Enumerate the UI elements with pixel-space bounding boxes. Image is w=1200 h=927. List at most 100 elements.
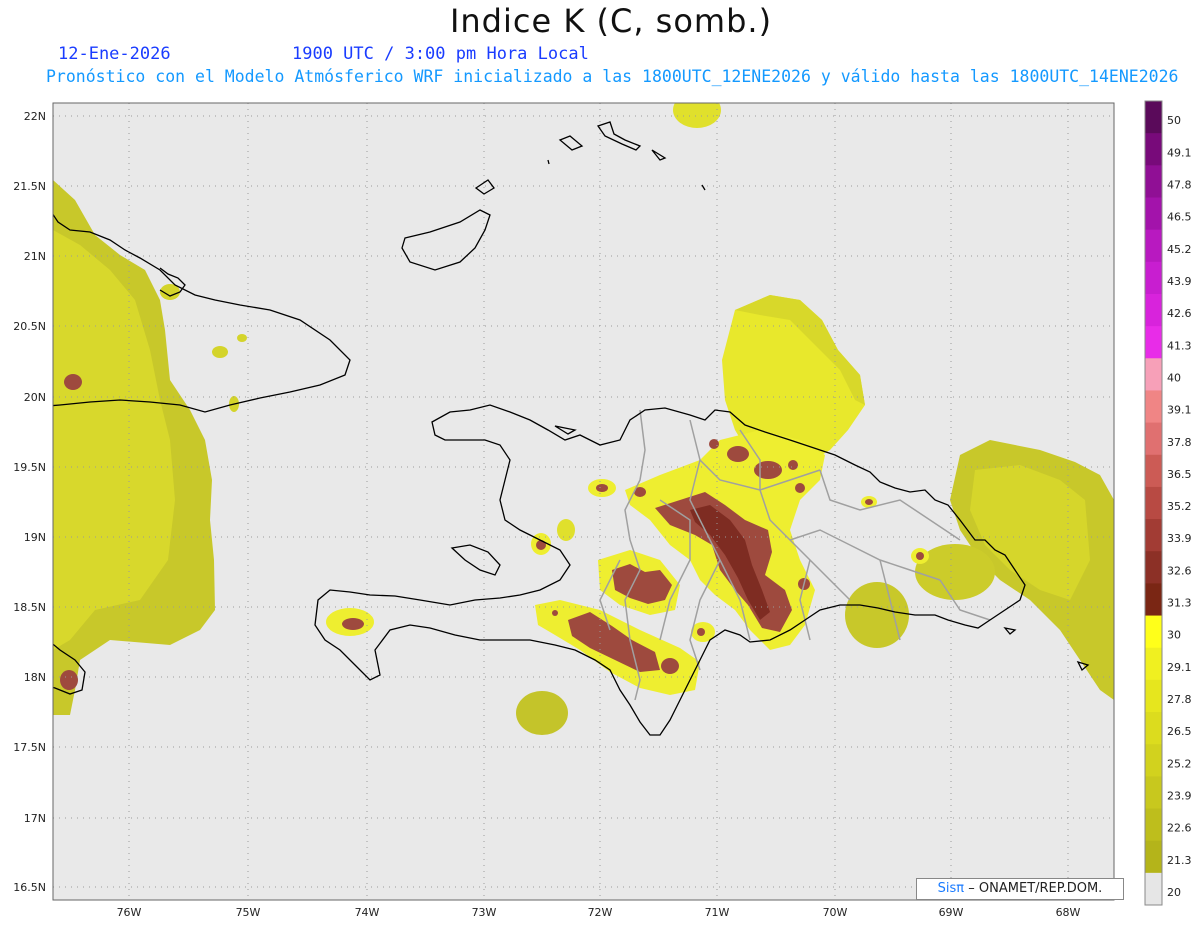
lon-label: 73W — [472, 906, 497, 919]
storm-cell-west — [64, 374, 82, 390]
colorbar-swatch — [1145, 454, 1162, 488]
colorbar-label: 31.3 — [1167, 597, 1192, 610]
credit-box: Sisπ – ONAMET/REP.DOM. — [916, 878, 1124, 900]
colorbar-swatch — [1145, 647, 1162, 681]
colorbar-swatch — [1145, 744, 1162, 777]
colorbar-label: 26.5 — [1167, 725, 1192, 738]
storm-cell — [865, 499, 873, 505]
lat-label: 18N — [24, 671, 46, 684]
colorbar-swatch — [1145, 872, 1162, 906]
field-small-blob — [516, 691, 568, 735]
lat-label: 19N — [24, 531, 46, 544]
lon-axis: 76W 75W 74W 73W 72W 71W 70W 69W 68W — [117, 906, 1081, 919]
forecast-time: 1900 UTC / 3:00 pm Hora Local — [292, 44, 589, 64]
storm-cell — [536, 540, 546, 550]
colorbar-label: 42.6 — [1167, 307, 1192, 320]
colorbar-label: 43.9 — [1167, 275, 1192, 288]
colorbar-swatch — [1145, 101, 1162, 134]
lon-label: 74W — [355, 906, 380, 919]
colorbar-label: 33.9 — [1167, 532, 1192, 545]
colorbar-swatch — [1145, 679, 1162, 713]
storm-cell — [342, 618, 364, 630]
storm-cell — [754, 461, 782, 479]
lat-label: 17N — [24, 812, 46, 825]
colorbar-label: 49.1 — [1167, 146, 1192, 159]
colorbar-label: 20 — [1167, 886, 1181, 899]
lon-label: 75W — [236, 906, 261, 919]
storm-cell — [596, 484, 608, 492]
field-north-blob — [673, 103, 721, 128]
k-index-map: 22N 21.5N 21N 20.5N 20N 19.5N 19N 18.5N … — [13, 100, 1192, 919]
colorbar-label: 40 — [1167, 371, 1181, 384]
colorbar-label: 35.2 — [1167, 500, 1192, 513]
colorbar-swatch — [1145, 133, 1162, 166]
colorbar-swatch — [1145, 583, 1162, 617]
colorbar-label: 23.9 — [1167, 790, 1192, 803]
colorbar-swatch — [1145, 519, 1162, 552]
lon-label: 69W — [939, 906, 964, 919]
lon-label: 72W — [588, 906, 613, 919]
storm-cell-southwest — [60, 670, 78, 690]
colorbar-label: 29.1 — [1167, 661, 1192, 674]
lat-label: 22N — [24, 110, 46, 123]
lat-label: 20.5N — [13, 320, 46, 333]
lat-label: 19.5N — [13, 461, 46, 474]
colorbar-swatch — [1145, 615, 1162, 649]
colorbar-label: 39.1 — [1167, 404, 1192, 417]
lon-label: 70W — [823, 906, 848, 919]
colorbar-swatch — [1145, 358, 1162, 391]
colorbar-label: 32.6 — [1167, 564, 1192, 577]
storm-cell — [697, 628, 705, 636]
colorbar-label: 46.5 — [1167, 211, 1192, 224]
colorbar-label: 47.8 — [1167, 178, 1192, 191]
colorbar-label: 45.2 — [1167, 243, 1192, 256]
colorbar-swatch — [1145, 390, 1162, 424]
colorbar-swatch — [1145, 776, 1162, 810]
colorbar-label: 50 — [1167, 114, 1181, 127]
lat-label: 21.5N — [13, 180, 46, 193]
colorbar-swatch — [1145, 197, 1162, 231]
credit-org: – ONAMET/REP.DOM. — [968, 881, 1103, 896]
colorbar-swatch — [1145, 422, 1162, 456]
colorbar-label: 37.8 — [1167, 436, 1192, 449]
field-small-blob — [237, 334, 247, 342]
storm-cell — [916, 552, 924, 560]
colorbar-label: 41.3 — [1167, 339, 1192, 352]
storm-cell — [661, 658, 679, 674]
lat-axis: 22N 21.5N 21N 20.5N 20N 19.5N 19N 18.5N … — [13, 110, 46, 894]
colorbar-swatch — [1145, 808, 1162, 842]
lat-label: 18.5N — [13, 601, 46, 614]
colorbar-swatch — [1145, 712, 1162, 745]
colorbar-label: 27.8 — [1167, 693, 1192, 706]
colorbar-swatch — [1145, 229, 1162, 263]
lon-label: 68W — [1056, 906, 1081, 919]
lat-label: 20N — [24, 391, 46, 404]
colorbar: 50 49.1 47.8 46.5 45.2 43.9 42.6 41.3 40 39.1 37.8… — [1144, 100, 1192, 906]
storm-cell — [709, 439, 719, 449]
colorbar-swatch — [1145, 326, 1162, 359]
storm-cell — [788, 460, 798, 470]
colorbar-label: 22.6 — [1167, 822, 1192, 835]
lon-label: 76W — [117, 906, 142, 919]
forecast-note: Pronóstico con el Modelo Atmósferico WRF… — [46, 67, 1179, 86]
storm-cell — [727, 446, 749, 462]
colorbar-label: 21.3 — [1167, 854, 1192, 867]
forecast-date: 12-Ene-2026 — [58, 44, 171, 64]
colorbar-label: 30 — [1167, 629, 1181, 642]
colorbar-label: 25.2 — [1167, 757, 1192, 770]
lon-label: 71W — [705, 906, 730, 919]
lat-label: 17.5N — [13, 741, 46, 754]
map-title: Indice K (C, somb.) — [449, 2, 773, 40]
colorbar-swatch — [1145, 551, 1162, 584]
field-small-blob — [212, 346, 228, 358]
colorbar-swatch — [1145, 293, 1162, 327]
storm-cell — [795, 483, 805, 493]
field-yellow-blob — [557, 519, 575, 541]
storm-cell — [552, 610, 558, 616]
colorbar-label: 36.5 — [1167, 468, 1192, 481]
lat-label: 21N — [24, 250, 46, 263]
colorbar-swatch — [1145, 486, 1162, 520]
colorbar-swatch — [1145, 261, 1162, 295]
colorbar-swatch — [1145, 165, 1162, 198]
lat-label: 16.5N — [13, 881, 46, 894]
